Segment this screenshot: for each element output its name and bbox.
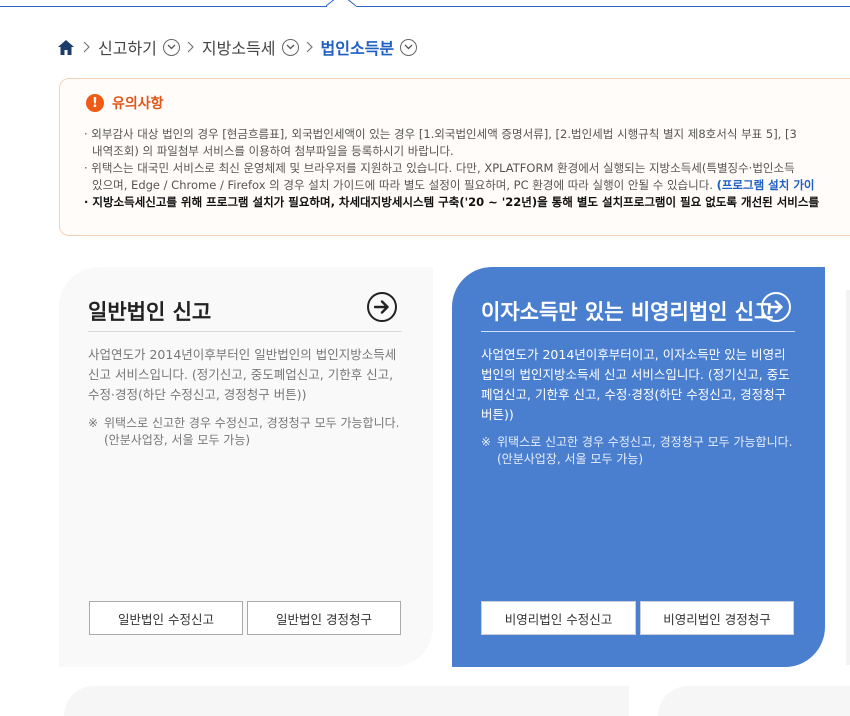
general-corporate-amend-button[interactable]: 일반법인 수정신고 [89,601,243,635]
breadcrumb-label: 신고하기 [98,39,157,58]
notice-line: · 위택스는 대국민 서비스로 최신 운영체제 및 브라우저를 지원하고 있습니… [84,161,795,175]
chevron-down-icon[interactable] [400,38,418,56]
breadcrumb-item-report[interactable]: 신고하기 [98,35,180,59]
general-corporate-correction-button[interactable]: 일반법인 경정청구 [247,601,401,635]
lower-card [64,686,629,716]
note-mark: ※ [88,416,99,430]
card-description: 사업연도가 2014년이후부터이고, 이자소득만 있는 비영리법인의 법인지방소… [481,347,790,422]
next-card-edge [846,290,850,665]
notice-title: 유의사항 [112,96,164,112]
notice-line: 있으며, Edge / Chrome / Firefox 의 경우 설치 가이드… [84,177,850,194]
notice-line-text: 내역조회) 의 파일첨부 서비스를 이용하여 첨부파일을 등록하시기 바랍니다. [92,144,454,158]
chevron-right-icon [187,41,195,53]
lower-card [658,686,850,716]
breadcrumb-label: 지방소득세 [201,39,276,58]
chevron-right-icon [83,41,91,53]
card-note: ※ 위택스로 신고한 경우 수정신고, 경정청구 모두 가능합니다. (안분사업장… [481,434,801,468]
arrow-right-icon[interactable] [761,292,791,322]
chevron-down-icon[interactable] [281,38,299,56]
card-note: ※ 위택스로 신고한 경우 수정신고, 경정청구 모두 가능합니다. (안분사업장… [88,415,408,449]
home-icon[interactable] [58,38,76,56]
divider [481,331,795,332]
chevron-right-icon [306,41,314,53]
nonprofit-correction-button[interactable]: 비영리법인 경정청구 [640,601,794,635]
note-line: 위택스로 신고한 경우 수정신고, 경정청구 모두 가능합니다. [104,416,400,430]
notice-line: 내역조회) 의 파일첨부 서비스를 이용하여 첨부파일을 등록하시기 바랍니다. [84,143,850,160]
top-tab-line [0,0,850,8]
card-general-corporate: 일반법인 신고 사업연도가 2014년이후부터인 일반법인의 법인지방소득세 신… [59,267,433,667]
notice-line: · 외부감사 대상 법인의 경우 [현금흐름표], 외국법인세액이 있는 경우 … [84,127,797,141]
card-description: 사업연도가 2014년이후부터인 일반법인의 법인지방소득세 신고 서비스입니다… [88,347,397,402]
chevron-down-icon[interactable] [162,38,180,56]
nonprofit-amend-button[interactable]: 비영리법인 수정신고 [481,601,636,635]
notice-line: · 지방소득세신고를 위해 프로그램 설치가 필요하며, 차세대지방세시스템 구… [84,195,820,209]
card-title: 이자소득만 있는 비영리법인 신고 [481,300,774,324]
breadcrumb: 신고하기 지방소득세 법인소득분 [58,35,418,59]
card-nonprofit-corporate: 이자소득만 있는 비영리법인 신고 사업연도가 2014년이후부터이고, 이자소… [452,267,825,667]
card-title: 일반법인 신고 [88,300,212,324]
breadcrumb-label: 법인소득분 [320,39,395,58]
tab-notch [326,0,356,7]
divider [88,331,402,332]
breadcrumb-item-local-income-tax[interactable]: 지방소득세 [202,35,299,59]
exclamation-icon: ! [86,94,104,112]
notice-box: ! 유의사항 · 외부감사 대상 법인의 경우 [현금흐름표], 외국법인세액이… [59,78,850,236]
note-line: (안분사업장, 서울 모두 가능) [104,433,251,447]
notice-body: · 외부감사 대상 법인의 경우 [현금흐름표], 외국법인세액이 있는 경우 … [84,126,850,211]
breadcrumb-item-corporate[interactable]: 법인소득분 [321,35,418,59]
note-line: 위택스로 신고한 경우 수정신고, 경정청구 모두 가능합니다. [497,435,793,449]
note-line: (안분사업장, 서울 모두 가능) [497,452,644,466]
arrow-right-icon[interactable] [367,292,397,322]
notice-line-text: 있으며, Edge / Chrome / Firefox 의 경우 설치 가이드… [92,178,713,192]
note-mark: ※ [481,435,492,449]
notice-header: ! 유의사항 [86,93,164,113]
install-guide-link[interactable]: (프로그램 설치 가이 [717,178,815,192]
